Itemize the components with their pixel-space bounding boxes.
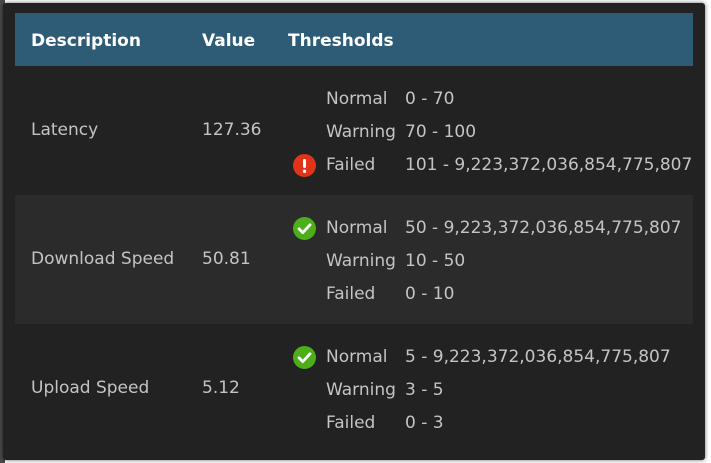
table-row: Download Speed 50.81 Normal 50 - 9,223,372,… xyxy=(15,195,693,324)
thresholds-table: Description Value Thresholds Latency 127.… xyxy=(15,13,693,453)
header-value: Value xyxy=(202,31,256,51)
threshold-list: Normal 50 - 9,223,372,036,854,775,807 Warn… xyxy=(293,212,683,311)
row-description: Download Speed xyxy=(31,249,175,269)
threshold-warning: Warning 10 - 50 xyxy=(293,245,683,278)
row-value: 5.12 xyxy=(202,378,240,398)
threshold-failed: Failed 0 - 10 xyxy=(293,278,683,311)
row-description: Upload Speed xyxy=(31,378,150,398)
threshold-warning: Warning 3 - 5 xyxy=(293,374,683,407)
header-thresholds: Thresholds xyxy=(288,31,394,51)
threshold-range: 70 - 100 xyxy=(405,122,477,142)
table-row: Latency 127.36 Normal 0 - 70 Warning 70 - 100… xyxy=(15,66,693,195)
threshold-range: 3 - 5 xyxy=(405,380,444,400)
threshold-range: 10 - 50 xyxy=(405,251,466,271)
threshold-range: 0 - 3 xyxy=(405,413,444,433)
threshold-list: Normal 0 - 70 Warning 70 - 100 Failed 101 - 9… xyxy=(293,83,692,182)
row-value: 50.81 xyxy=(202,249,251,269)
threshold-range: 0 - 10 xyxy=(405,284,455,304)
header-description: Description xyxy=(31,31,141,51)
threshold-name: Warning xyxy=(326,122,396,142)
threshold-range: 50 - 9,223,372,036,854,775,807 xyxy=(405,218,682,238)
check-icon xyxy=(293,346,316,369)
check-icon xyxy=(293,217,316,240)
table-header: Description Value Thresholds xyxy=(15,13,693,66)
threshold-name: Failed xyxy=(326,284,376,304)
row-value: 127.36 xyxy=(202,120,262,140)
threshold-name: Failed xyxy=(326,413,376,433)
threshold-name: Normal xyxy=(326,218,388,238)
threshold-failed: Failed 0 - 3 xyxy=(293,407,683,440)
threshold-normal: Normal 50 - 9,223,372,036,854,775,807 xyxy=(293,212,683,245)
threshold-name: Normal xyxy=(326,89,388,109)
threshold-normal: Normal 5 - 9,223,372,036,854,775,807 xyxy=(293,341,683,374)
threshold-failed: Failed 101 - 9,223,372,036,854,775,807 xyxy=(293,149,692,182)
threshold-name: Warning xyxy=(326,380,396,400)
error-icon xyxy=(293,154,316,177)
threshold-name: Warning xyxy=(326,251,396,271)
table-body: Latency 127.36 Normal 0 - 70 Warning 70 - 100… xyxy=(15,66,693,453)
table-row: Upload Speed 5.12 Normal 5 - 9,223,372,036,… xyxy=(15,324,693,453)
thresholds-popup: Description Value Thresholds Latency 127.… xyxy=(3,3,705,460)
threshold-list: Normal 5 - 9,223,372,036,854,775,807 Warni… xyxy=(293,341,683,440)
threshold-normal: Normal 0 - 70 xyxy=(293,83,683,116)
threshold-range: 5 - 9,223,372,036,854,775,807 xyxy=(405,347,671,367)
threshold-name: Normal xyxy=(326,347,388,367)
threshold-warning: Warning 70 - 100 xyxy=(293,116,683,149)
threshold-name: Failed xyxy=(326,155,376,175)
threshold-range: 0 - 70 xyxy=(405,89,455,109)
threshold-range: 101 - 9,223,372,036,854,775,807 xyxy=(405,155,693,175)
row-description: Latency xyxy=(31,120,99,140)
